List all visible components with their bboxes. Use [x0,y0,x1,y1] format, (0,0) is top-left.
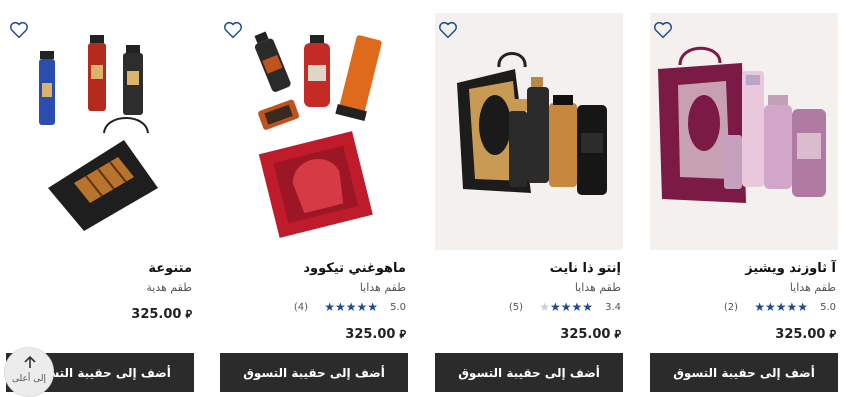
product-name[interactable]: متنوعة [148,261,192,276]
wishlist-heart-icon[interactable] [222,19,244,41]
product-photo-mahogany-teakwood [254,31,382,238]
add-to-bag-button[interactable]: أضف إلى حقيبة التسوق [435,353,623,392]
product-price: 325.00 ⃁ [345,327,406,342]
product-name[interactable]: آ ثاوزند ويشيز [745,261,836,276]
wishlist-heart-icon[interactable] [8,19,30,41]
product-card-mahogany-teakwood[interactable]: ماهوغني تيكوود طقم هدايا 5.0 ★★★★★ (4) 3… [214,0,414,396]
review-count[interactable]: (5) [509,302,523,313]
product-card-into-the-night[interactable]: إنتو ذا نايت طقم هدايا 3.4 ★★★★★ (5) 325… [429,0,629,396]
product-subtitle: طقم هدايا [359,281,406,294]
product-image[interactable] [435,13,623,250]
rating-stars: ★★★★★ [324,300,378,314]
review-count[interactable]: (4) [294,302,308,313]
product-name[interactable]: ماهوغني تيكوود [303,261,406,276]
product-rating[interactable]: 5.0 ★★★★★ (4) [222,300,406,316]
product-subtitle: طقم هدايا [574,281,621,294]
product-photo-assorted [39,35,158,231]
add-to-bag-button[interactable]: أضف إلى حقيبة التسوق [650,353,838,392]
product-price: 325.00 ⃁ [775,327,836,342]
product-subtitle: طقم هدايا [789,281,836,294]
product-card-assorted[interactable]: متنوعة طقم هدية 325.00 ⃁ أضف إلى حقيبة ال… [0,0,200,396]
rating-stars: ★★★★★ [754,300,808,314]
rating-score: 5.0 [820,302,836,313]
product-photo-a-thousand-wishes [658,46,826,203]
product-name[interactable]: إنتو ذا نايت [550,261,621,276]
wishlist-heart-icon[interactable] [437,19,459,41]
arrow-up-icon [24,355,36,368]
product-photo-into-the-night [457,52,607,195]
product-rating[interactable]: 3.4 ★★★★★ (5) [437,300,621,316]
product-rating[interactable]: 5.0 ★★★★★ (2) [652,300,836,316]
wishlist-heart-icon[interactable] [652,19,674,41]
add-to-bag-button[interactable]: أضف إلى حقيبة التسوق [220,353,408,392]
back-to-top-label: إلى أعلى [12,374,46,384]
review-count[interactable]: (2) [724,302,738,313]
product-image[interactable] [650,13,838,250]
product-subtitle: طقم هدية [146,281,192,294]
back-to-top-button[interactable]: إلى أعلى [4,347,54,397]
product-price: 325.00 ⃁ [560,327,621,342]
product-grid: متنوعة طقم هدية 325.00 ⃁ أضف إلى حقيبة ال… [0,0,846,396]
product-card-a-thousand-wishes[interactable]: آ ثاوزند ويشيز طقم هدايا 5.0 ★★★★★ (2) 3… [644,0,844,396]
rating-stars: ★★★★★ [539,300,593,314]
rating-score: 3.4 [605,302,621,313]
product-image[interactable] [6,13,194,250]
product-price: 325.00 ⃁ [131,307,192,322]
product-image[interactable] [220,13,408,250]
rating-score: 5.0 [390,302,406,313]
